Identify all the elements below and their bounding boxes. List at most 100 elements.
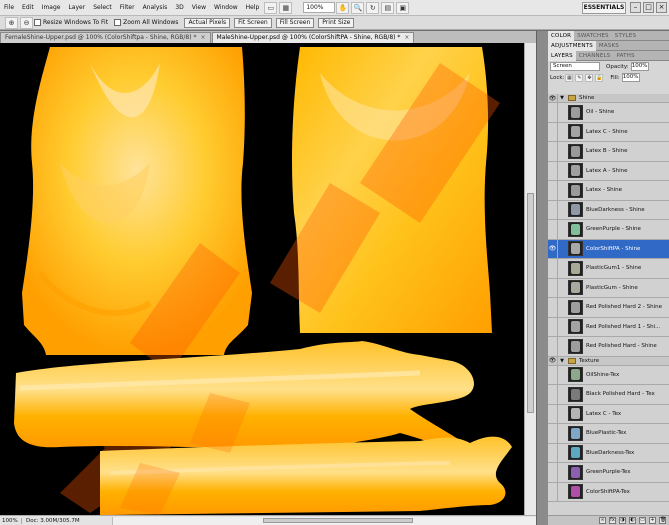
vertical-scrollbar[interactable] (524, 43, 536, 515)
visibility-eye-icon[interactable] (548, 482, 558, 501)
layer-row[interactable]: GreenPurple - Shine (548, 220, 669, 240)
visibility-eye-icon[interactable] (548, 122, 558, 141)
visibility-eye-icon[interactable] (548, 259, 558, 278)
visibility-eye-icon[interactable] (548, 298, 558, 317)
lock-transparency-icon[interactable]: ▦ (565, 73, 574, 82)
tab-channels[interactable]: CHANNELS (576, 53, 614, 59)
resize-windows-checkbox[interactable]: Resize Windows To Fit (34, 19, 108, 26)
expand-triangle-icon[interactable]: ▼ (558, 95, 566, 101)
tab-styles[interactable]: STYLES (612, 33, 639, 39)
layer-row[interactable]: PlasticGum1 - Shine (548, 259, 669, 279)
visibility-eye-icon[interactable] (548, 365, 558, 384)
menu-3d[interactable]: 3D (171, 0, 187, 16)
new-layer-icon[interactable]: + (649, 517, 656, 524)
layer-row[interactable]: 👁 ColorShiftPA - Shine (548, 239, 669, 259)
actual-pixels-button[interactable]: Actual Pixels (184, 17, 231, 28)
lock-all-icon[interactable]: 🔒 (595, 73, 604, 82)
layer-row[interactable]: BlueDarkness - Shine (548, 200, 669, 220)
visibility-eye-icon[interactable] (548, 443, 558, 462)
tab-layers[interactable]: LAYERS (548, 50, 576, 61)
collapsed-dock[interactable] (536, 31, 548, 525)
layer-row[interactable]: Oil - Shine (548, 103, 669, 123)
extras-icon[interactable]: ▦ (279, 1, 293, 14)
visibility-eye-icon[interactable] (548, 337, 558, 356)
fill-screen-button[interactable]: Fill Screen (275, 17, 315, 28)
arrange-documents-icon[interactable]: ▤ (381, 1, 395, 14)
status-doc-size[interactable]: Doc: 3.00M/305.7M (22, 518, 112, 524)
lock-image-icon[interactable]: ✎ (575, 73, 584, 82)
tab-adjustments[interactable]: ADJUSTMENTS (548, 40, 596, 51)
layer-row[interactable]: Latex - Shine (548, 181, 669, 201)
menu-layer[interactable]: Layer (64, 0, 89, 16)
tab-color[interactable]: COLOR (548, 30, 575, 41)
zoom-out-icon[interactable]: ⊖ (20, 16, 33, 29)
layer-row[interactable]: Red Polished Hard 1 - Shi... (548, 317, 669, 337)
fill-input[interactable]: 100% (621, 73, 640, 82)
visibility-eye-icon[interactable] (548, 181, 558, 200)
doc-tab-male[interactable]: MaleShine-Upper.psd @ 100% (ColorShiftPA… (211, 32, 415, 43)
tab-paths[interactable]: PATHS (613, 53, 637, 59)
maximize-button[interactable]: □ (643, 2, 654, 13)
link-layers-icon[interactable]: ∞ (599, 517, 606, 524)
layer-row[interactable]: BluePlastic-Tex (548, 424, 669, 444)
zoom-level-select[interactable]: 100% (303, 2, 336, 13)
layer-group-texture[interactable]: 👁 ▼ Texture (548, 356, 669, 366)
zoom-all-windows-checkbox[interactable]: Zoom All Windows (114, 19, 178, 26)
menu-select[interactable]: Select (89, 0, 116, 16)
rotate-view-icon[interactable]: ↻ (366, 1, 380, 14)
minimize-button[interactable]: – (630, 2, 641, 13)
visibility-eye-icon[interactable]: 👁 (548, 239, 558, 258)
close-button[interactable]: × (656, 2, 667, 13)
expand-triangle-icon[interactable]: ▼ (558, 358, 566, 364)
menu-window[interactable]: Window (210, 0, 242, 16)
tab-masks[interactable]: MASKS (596, 43, 622, 49)
layer-row[interactable]: BlueDarkness-Tex (548, 443, 669, 463)
menu-edit[interactable]: Edit (18, 0, 38, 16)
blend-mode-select[interactable]: Screen (550, 62, 600, 71)
layer-group-shine[interactable]: 👁 ▼ Shine (548, 94, 669, 103)
layer-row[interactable]: Red Polished Hard 2 - Shine (548, 298, 669, 318)
visibility-eye-icon[interactable] (548, 200, 558, 219)
zoom-in-icon[interactable]: ⊕ (5, 16, 18, 29)
menu-file[interactable]: File (0, 0, 18, 16)
horizontal-scrollbar[interactable] (112, 516, 536, 525)
visibility-eye-icon[interactable] (548, 404, 558, 423)
layer-row[interactable]: Latex A - Shine (548, 161, 669, 181)
visibility-eye-icon[interactable] (548, 463, 558, 482)
close-tab-icon[interactable]: × (201, 33, 206, 43)
hand-tool-icon[interactable]: ✋ (336, 1, 350, 14)
visibility-eye-icon[interactable]: 👁 (548, 94, 558, 102)
visibility-eye-icon[interactable] (548, 317, 558, 336)
document-canvas[interactable] (0, 43, 524, 515)
visibility-eye-icon[interactable] (548, 385, 558, 404)
fit-screen-button[interactable]: Fit Screen (234, 17, 272, 28)
layer-row[interactable]: Latex B - Shine (548, 142, 669, 162)
print-size-button[interactable]: Print Size (318, 17, 355, 28)
delete-layer-icon[interactable]: 🗑 (659, 517, 666, 524)
adjustment-layer-icon[interactable]: ◐ (629, 517, 636, 524)
vertical-scroll-thumb[interactable] (527, 193, 534, 413)
add-mask-icon[interactable]: ◑ (619, 517, 626, 524)
layer-row[interactable]: OilShine-Tex (548, 365, 669, 385)
layer-row[interactable]: ColorShiftPA-Tex (548, 482, 669, 502)
screen-mode-menu-icon[interactable]: ▣ (396, 1, 410, 14)
visibility-eye-icon[interactable] (548, 278, 558, 297)
layer-row[interactable]: PlasticGum - Shine (548, 278, 669, 298)
opacity-input[interactable]: 100% (630, 62, 649, 71)
visibility-eye-icon[interactable] (548, 103, 558, 122)
screen-mode-icon[interactable]: ▭ (264, 1, 278, 14)
layer-style-icon[interactable]: fx (609, 517, 616, 524)
menu-filter[interactable]: Filter (116, 0, 139, 16)
horizontal-scroll-thumb[interactable] (263, 517, 413, 523)
layer-row[interactable]: Latex C - Tex (548, 404, 669, 424)
menu-image[interactable]: Image (38, 0, 65, 16)
visibility-eye-icon[interactable]: 👁 (548, 356, 558, 365)
zoom-tool-icon[interactable]: 🔍 (351, 1, 365, 14)
visibility-eye-icon[interactable] (548, 424, 558, 443)
status-zoom[interactable]: 100% (0, 517, 22, 524)
layer-row[interactable]: Black Polished Hard - Tex (548, 385, 669, 405)
menu-view[interactable]: View (188, 0, 210, 16)
lock-position-icon[interactable]: ✥ (585, 73, 594, 82)
visibility-eye-icon[interactable] (548, 142, 558, 161)
workspace-switcher[interactable]: ESSENTIALS (582, 2, 626, 14)
